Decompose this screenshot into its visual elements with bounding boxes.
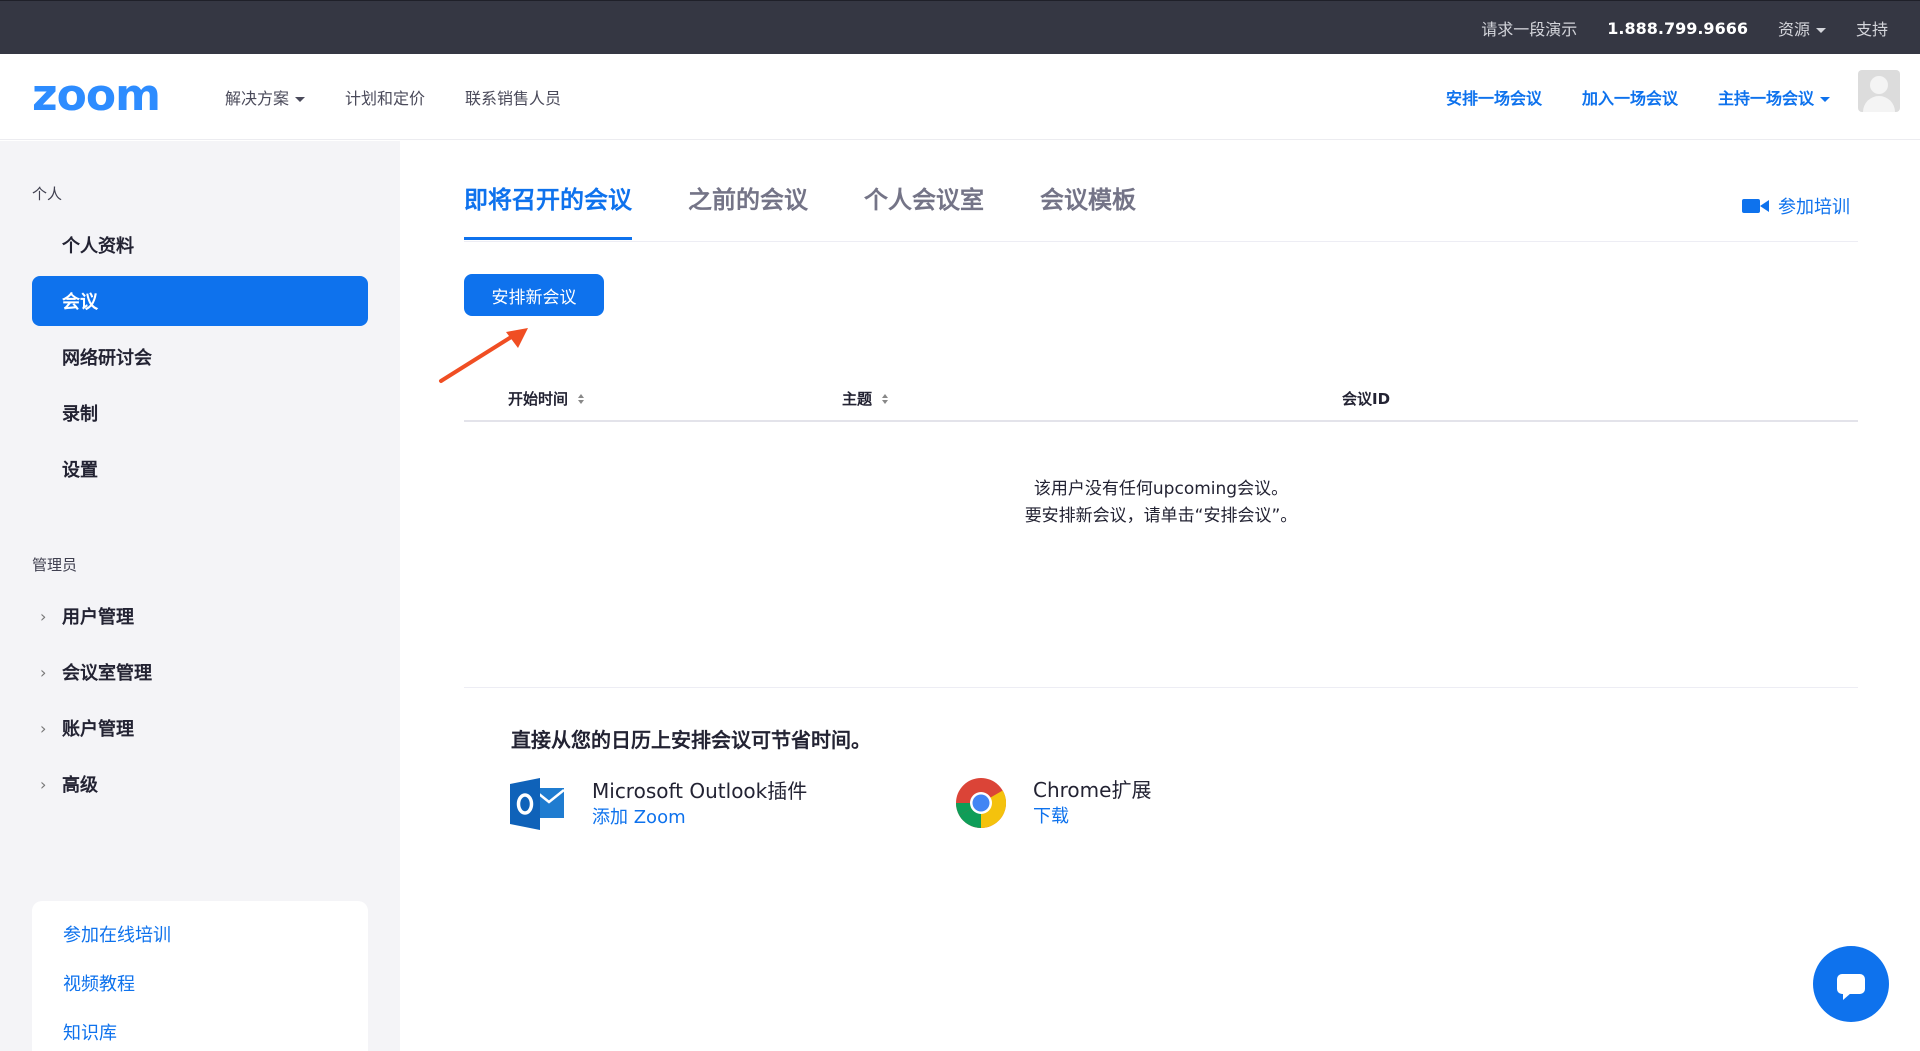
topic-column-header[interactable]: 主题: [842, 388, 889, 409]
chat-button[interactable]: [1813, 946, 1889, 1022]
sidebar-item-label: 高级: [62, 775, 98, 796]
sidebar-item-settings[interactable]: 设置: [32, 444, 368, 494]
chevron-right-icon: ›: [40, 606, 47, 626]
sidebar-item-meetings[interactable]: 会议: [32, 276, 368, 326]
sidebar-item-label: 会议室管理: [62, 663, 152, 684]
resources-label: 资源: [1777, 20, 1810, 39]
section-divider: [464, 687, 1858, 688]
online-training-link[interactable]: 参加在线培训: [63, 921, 171, 947]
avatar-body-shape: [1863, 96, 1895, 112]
calendar-integration-title: 直接从您的日历上安排会议可节省时间。: [511, 728, 871, 752]
sidebar-item-account-management[interactable]: › 账户管理: [32, 703, 368, 753]
sidebar-item-label: 用户管理: [62, 607, 134, 628]
caret-down-icon: [295, 97, 306, 102]
contact-sales-link[interactable]: 联系销售人员: [465, 85, 561, 109]
tab-previous[interactable]: 之前的会议: [688, 180, 808, 239]
join-training-link[interactable]: 参加培训: [1742, 193, 1850, 219]
personal-heading: 个人: [32, 185, 63, 203]
avatar[interactable]: [1858, 70, 1900, 112]
top-utility-links: 请求一段演示 1.888.799.9666 资源 支持: [1481, 1, 1888, 55]
sidebar-item-label: 会议: [62, 292, 98, 313]
sidebar-item-label: 网络研讨会: [62, 348, 152, 369]
knowledge-base-link[interactable]: 知识库: [63, 1019, 117, 1045]
nav-right-links: 安排一场会议 加入一场会议 主持一场会议: [1446, 54, 1830, 140]
join-training-label: 参加培训: [1778, 197, 1850, 218]
join-meeting-link[interactable]: 加入一场会议: [1582, 85, 1678, 109]
pricing-link[interactable]: 计划和定价: [345, 85, 425, 109]
tab-upcoming[interactable]: 即将召开的会议: [464, 180, 632, 240]
empty-state-line-1: 该用户没有任何upcoming会议。: [1033, 479, 1289, 499]
avatar-head-shape: [1870, 76, 1888, 94]
zoom-logo[interactable]: zoom: [32, 74, 161, 118]
schedule-meeting-link[interactable]: 安排一场会议: [1446, 85, 1542, 109]
sort-icon: [882, 393, 889, 404]
empty-state-message: 该用户没有任何upcoming会议。 要安排新会议，请单击“安排会议”。: [464, 476, 1858, 530]
annotation-arrow-icon: [439, 328, 528, 383]
start-time-header-label: 开始时间: [508, 390, 569, 408]
schedule-new-meeting-button[interactable]: 安排新会议: [464, 274, 604, 316]
sidebar-item-label: 账户管理: [62, 719, 134, 740]
chat-bubble-icon: [1837, 974, 1865, 1000]
empty-state-line-2: 要安排新会议，请单击“安排会议”。: [1024, 506, 1298, 526]
topic-header-label: 主题: [842, 390, 873, 408]
outlook-integration: Microsoft Outlook插件 添加 Zoom: [510, 776, 807, 832]
meeting-tabs: 即将召开的会议 之前的会议 个人会议室 会议模板: [464, 180, 1136, 240]
sidebar: 个人 个人资料 会议 网络研讨会 录制 设置 管理员 › 用户管理 › 会议室管理 …: [0, 141, 400, 1051]
chevron-right-icon: ›: [40, 774, 47, 794]
start-time-column-header[interactable]: 开始时间: [508, 388, 585, 409]
sidebar-item-user-management[interactable]: › 用户管理: [32, 591, 368, 641]
caret-down-icon: [1820, 97, 1830, 102]
chevron-right-icon: ›: [40, 662, 47, 682]
video-tutorials-link[interactable]: 视频教程: [63, 970, 135, 996]
chrome-icon: [955, 778, 1007, 829]
top-utility-bar: 请求一段演示 1.888.799.9666 资源 支持: [0, 0, 1920, 54]
solutions-label: 解决方案: [225, 89, 290, 108]
meetings-table-header: 开始时间 主题 会议ID: [464, 378, 1858, 422]
chrome-integration-text: Chrome扩展 下载: [1033, 776, 1151, 830]
phone-number[interactable]: 1.888.799.9666: [1607, 19, 1748, 38]
chrome-integration-name: Chrome扩展: [1033, 778, 1152, 802]
main-navbar: zoom 解决方案 计划和定价 联系销售人员 安排一场会议 加入一场会议 主持一…: [0, 54, 1920, 140]
host-meeting-menu[interactable]: 主持一场会议: [1718, 85, 1830, 109]
download-link[interactable]: 下载: [1033, 804, 1151, 830]
tabs-divider: [464, 241, 1858, 242]
sidebar-item-label: 录制: [62, 404, 98, 425]
solutions-menu[interactable]: 解决方案: [225, 85, 306, 109]
add-zoom-link[interactable]: 添加 Zoom: [592, 805, 807, 831]
sort-icon: [578, 393, 585, 404]
sidebar-item-webinars[interactable]: 网络研讨会: [32, 332, 368, 382]
outlook-icon: [510, 778, 565, 830]
video-camera-icon: [1742, 197, 1770, 215]
support-link[interactable]: 支持: [1856, 16, 1888, 40]
request-demo-link[interactable]: 请求一段演示: [1481, 16, 1577, 40]
sidebar-item-label: 设置: [62, 460, 98, 481]
outlook-integration-text: Microsoft Outlook插件 添加 Zoom: [592, 777, 807, 831]
host-meeting-label: 主持一场会议: [1717, 89, 1814, 108]
meeting-id-header-label: 会议ID: [1342, 390, 1391, 408]
sidebar-item-recordings[interactable]: 录制: [32, 388, 368, 438]
sidebar-item-profile[interactable]: 个人资料: [32, 220, 368, 270]
admin-heading: 管理员: [32, 556, 78, 574]
outlook-integration-name: Microsoft Outlook插件: [592, 779, 808, 803]
tab-templates[interactable]: 会议模板: [1040, 180, 1136, 239]
tab-personal-room[interactable]: 个人会议室: [864, 180, 984, 239]
meeting-id-column-header: 会议ID: [1342, 388, 1390, 409]
chrome-integration: Chrome扩展 下载: [955, 776, 1151, 830]
sidebar-item-label: 个人资料: [62, 236, 134, 257]
caret-down-icon: [1815, 28, 1826, 33]
chevron-right-icon: ›: [40, 718, 47, 738]
sidebar-item-advanced[interactable]: › 高级: [32, 759, 368, 809]
sidebar-item-room-management[interactable]: › 会议室管理: [32, 647, 368, 697]
nav-left-links: 解决方案 计划和定价 联系销售人员: [225, 54, 561, 140]
resources-menu[interactable]: 资源: [1778, 16, 1826, 40]
help-card: 参加在线培训 视频教程 知识库: [32, 901, 368, 1051]
